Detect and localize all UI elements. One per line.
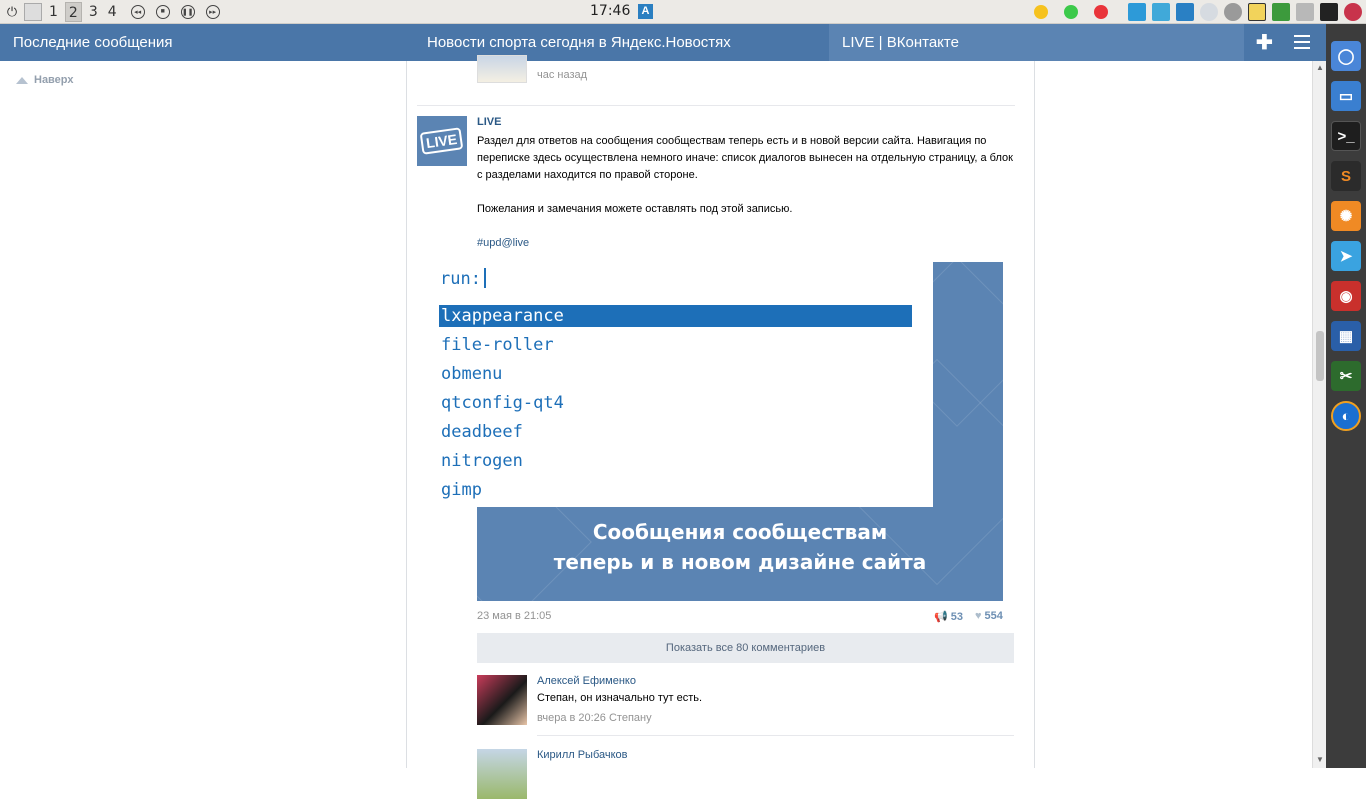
dock: ◯ ▭ >_ S ✺ ➤ ◉ ▦ ✂ ◐	[1326, 24, 1366, 768]
run-item[interactable]: qtconfig-qt4	[439, 392, 912, 414]
like-count: 554	[984, 610, 1003, 622]
terminal-icon[interactable]: >_	[1331, 121, 1361, 151]
post-paragraph: Раздел для ответов на сообщения сообщест…	[477, 135, 1013, 181]
run-item[interactable]: file-roller	[439, 334, 912, 356]
live-logo-icon[interactable]: LIVE	[417, 116, 467, 166]
power-icon[interactable]: ⏻	[4, 4, 20, 20]
settings-icon[interactable]	[1224, 3, 1242, 21]
browser-header: Последние сообщения Новости спорта сегод…	[0, 24, 1326, 61]
run-prompt-label: run:	[440, 269, 481, 289]
menu-icon[interactable]	[1294, 35, 1310, 49]
workspace-2[interactable]: 2	[64, 1, 82, 22]
browser-icon[interactable]: ◐	[1331, 401, 1361, 431]
avatar[interactable]	[477, 675, 527, 725]
pause-icon[interactable]: ❚❚	[180, 4, 195, 19]
scroll-up-label: Наверх	[34, 74, 74, 86]
keyboard-layout-icon[interactable]	[1344, 3, 1362, 21]
tab-sport-news[interactable]: Новости спорта сегодня в Яндекс.Новостях	[427, 34, 731, 51]
arch-icon[interactable]: A	[638, 4, 653, 19]
post-author[interactable]: LIVE	[477, 116, 501, 128]
scroll-up-arrow-icon[interactable]: ▲	[1316, 63, 1324, 72]
green-dot-icon[interactable]	[1064, 5, 1078, 19]
system-panel: ⏻ 1 2 3 4 ◂◂ ■ ❚❚ ▸▸ 17:46 A	[0, 0, 1366, 24]
terminal-tray-icon[interactable]	[1320, 3, 1338, 21]
megaphone-icon: 📢	[934, 611, 948, 623]
avatar[interactable]	[477, 749, 527, 799]
comment-author[interactable]: Алексей Ефименко	[537, 675, 636, 687]
workspace-1[interactable]: 1	[46, 2, 61, 22]
image-caption-line: Сообщения сообществам	[592, 520, 888, 544]
run-item[interactable]: nitrogen	[439, 450, 912, 472]
post-image-caption: Сообщения сообществам теперь и в новом д…	[477, 517, 1003, 577]
yellow-dot-icon[interactable]	[1034, 5, 1048, 19]
repost-count: 53	[950, 611, 963, 623]
transmission-icon[interactable]: ◉	[1331, 281, 1361, 311]
stop-icon[interactable]: ■	[155, 4, 170, 19]
post-stats: 📢 53 ♥ 554	[934, 610, 1003, 623]
tab-live-vk[interactable]: LIVE | ВКонтакте	[829, 24, 1244, 61]
comment-text: Степан, он изначально тут есть.	[537, 692, 703, 704]
run-item[interactable]: lxappearance	[439, 305, 912, 327]
cloud-icon[interactable]	[1200, 3, 1218, 21]
run-item[interactable]: deadbeef	[439, 421, 912, 443]
system-tray	[1034, 3, 1362, 21]
post-date[interactable]: 23 мая в 21:05	[477, 610, 551, 622]
show-all-comments-button[interactable]: Показать все 80 комментариев	[477, 633, 1014, 663]
network-icon[interactable]	[1296, 3, 1314, 21]
run-input[interactable]: run:	[440, 268, 486, 289]
image-caption-line: теперь и в новом дизайне сайта	[553, 550, 927, 574]
mail-icon[interactable]	[1176, 3, 1194, 21]
heart-icon: ♥	[974, 610, 982, 622]
chromium-icon[interactable]: ◯	[1331, 41, 1361, 71]
tab-live-vk-label: LIVE | ВКонтакте	[842, 34, 959, 51]
arrow-up-icon	[16, 76, 28, 84]
show-desktop-icon[interactable]	[24, 2, 42, 21]
divider	[417, 105, 1015, 106]
scroll-up-link[interactable]: Наверх	[16, 74, 74, 86]
workspace-3[interactable]: 3	[86, 2, 101, 22]
like-button[interactable]: ♥ 554	[975, 610, 1003, 623]
tab-recent-messages[interactable]: Последние сообщения	[13, 34, 173, 51]
battery-icon[interactable]	[1272, 3, 1290, 21]
repost-button[interactable]: 📢 53	[934, 610, 963, 623]
scrollbar-thumb[interactable]	[1316, 331, 1324, 381]
sync-icon[interactable]	[1152, 3, 1170, 21]
telegram-icon[interactable]: ➤	[1331, 241, 1361, 271]
files-icon[interactable]: ▭	[1331, 81, 1361, 111]
run-item[interactable]: gimp	[439, 479, 912, 501]
avatar[interactable]	[477, 55, 527, 83]
hashtag-link[interactable]: #upd@live	[477, 235, 1017, 252]
new-tab-icon[interactable]: ✚	[1256, 30, 1273, 55]
post-text: Раздел для ответов на сообщения сообщест…	[477, 133, 1017, 269]
post-time[interactable]: час назад	[537, 69, 587, 81]
next-icon[interactable]: ▸▸	[205, 4, 220, 19]
comment-meta[interactable]: вчера в 20:26 Степану	[537, 712, 652, 724]
scroll-down-arrow-icon[interactable]: ▼	[1316, 755, 1324, 764]
p-icon[interactable]	[1248, 3, 1266, 21]
sublime-icon[interactable]: S	[1331, 161, 1361, 191]
run-item[interactable]: obmenu	[439, 363, 912, 385]
divider	[537, 735, 1014, 736]
orange-icon[interactable]: ✺	[1331, 201, 1361, 231]
post-paragraph: Пожелания и замечания можете оставлять п…	[477, 203, 793, 215]
clock[interactable]: 17:46	[590, 3, 630, 19]
comment-author[interactable]: Кирилл Рыбачков	[537, 749, 628, 761]
inkscape-icon[interactable]: ✂	[1331, 361, 1361, 391]
red-dot-icon[interactable]	[1094, 5, 1108, 19]
calculator-icon[interactable]: ▦	[1331, 321, 1361, 351]
run-dialog: run: lxappearance file-roller obmenu qtc…	[432, 262, 933, 507]
prev-icon[interactable]: ◂◂	[130, 4, 145, 19]
scrollbar[interactable]: ▲ ▼	[1312, 61, 1326, 768]
window-icon[interactable]	[1128, 3, 1146, 21]
workspace-4[interactable]: 4	[105, 2, 120, 22]
